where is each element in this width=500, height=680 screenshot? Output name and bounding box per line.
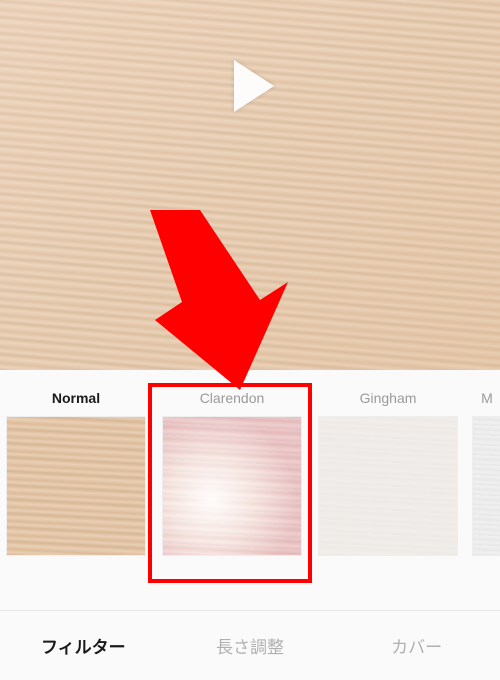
filters-row[interactable]: Normal Clarendon Gingham M — [0, 390, 500, 556]
filter-thumbnail[interactable] — [6, 416, 146, 556]
filter-label: Gingham — [360, 390, 417, 406]
bottom-tabs: フィルター 長さ調整 カバー — [0, 610, 500, 680]
play-icon[interactable] — [234, 60, 274, 112]
filters-strip: Normal Clarendon Gingham M — [0, 370, 500, 610]
filter-item-normal[interactable]: Normal — [4, 390, 148, 556]
filter-item-clarendon[interactable]: Clarendon — [160, 390, 304, 556]
filter-label: M — [481, 390, 493, 406]
filter-thumbnail[interactable] — [472, 416, 500, 556]
filter-item-gingham[interactable]: Gingham — [316, 390, 460, 556]
filter-label: Clarendon — [200, 390, 265, 406]
tab-cover[interactable]: カバー — [333, 611, 500, 680]
tab-trim[interactable]: 長さ調整 — [167, 611, 334, 680]
filter-thumbnail[interactable] — [162, 416, 302, 556]
tab-filter[interactable]: フィルター — [0, 611, 167, 680]
filter-label: Normal — [52, 390, 100, 406]
filter-thumbnail[interactable] — [318, 416, 458, 556]
filter-item-next[interactable]: M — [472, 390, 500, 556]
video-preview[interactable] — [0, 0, 500, 370]
